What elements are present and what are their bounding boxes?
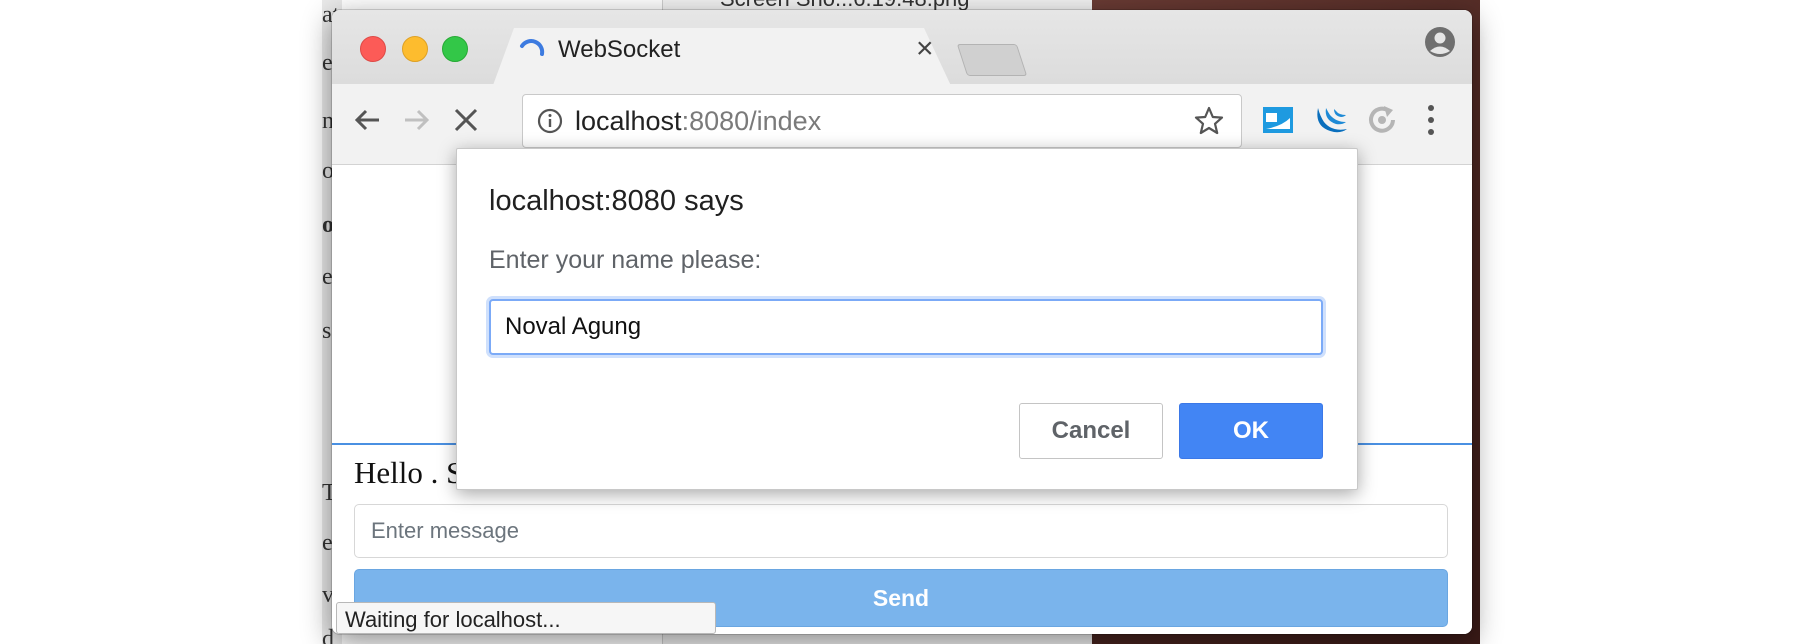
tab-title: WebSocket <box>558 36 681 63</box>
bookmark-star-icon[interactable] <box>1193 105 1225 137</box>
prompt-dialog: localhost:8080 says Enter your name plea… <box>456 148 1358 490</box>
status-bar: Waiting for localhost... <box>336 602 716 634</box>
url-path: :8080/index <box>681 106 822 136</box>
url-text[interactable]: localhost:8080/index <box>575 106 821 137</box>
cancel-button[interactable]: Cancel <box>1019 403 1163 459</box>
stop-loading-icon[interactable] <box>452 106 480 134</box>
close-window-button[interactable] <box>360 36 386 62</box>
extension-window-icon[interactable] <box>1260 102 1296 138</box>
zoom-window-button[interactable] <box>442 36 468 62</box>
tab-strip: WebSocket × <box>332 10 1472 88</box>
forward-arrow-icon[interactable] <box>400 104 432 136</box>
site-info-icon[interactable] <box>537 108 563 134</box>
name-input[interactable] <box>489 299 1323 355</box>
minimize-window-button[interactable] <box>402 36 428 62</box>
address-bar[interactable]: localhost:8080/index <box>522 94 1242 148</box>
dialog-message: Enter your name please: <box>489 246 762 274</box>
tab-close-icon[interactable]: × <box>916 34 934 64</box>
profile-icon[interactable] <box>1424 26 1456 58</box>
reload-extension-icon[interactable] <box>1364 102 1400 138</box>
back-arrow-icon[interactable] <box>352 104 384 136</box>
jquery-extension-icon[interactable] <box>1312 102 1350 138</box>
message-input[interactable] <box>354 504 1448 558</box>
new-tab-button[interactable] <box>956 44 1028 76</box>
loading-spinner-icon <box>520 39 545 56</box>
ok-button[interactable]: OK <box>1179 403 1323 459</box>
greeting-text: Hello . S <box>354 455 464 490</box>
url-host: localhost <box>575 106 682 136</box>
dialog-title: localhost:8080 says <box>489 185 744 217</box>
menu-dots-icon[interactable] <box>1424 102 1438 138</box>
